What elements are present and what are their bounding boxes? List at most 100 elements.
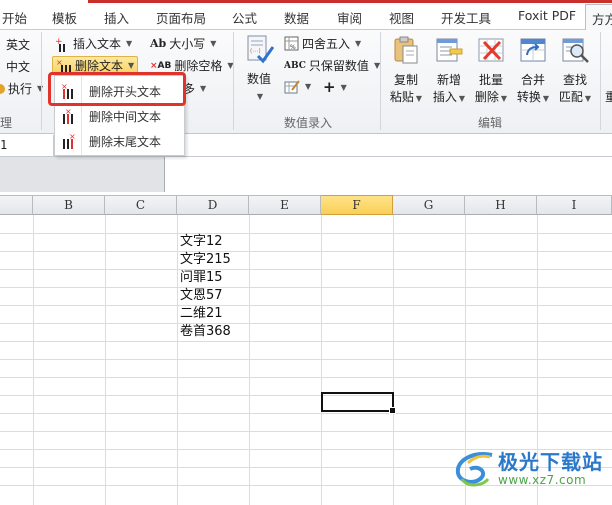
case-button[interactable]: Ab 大小写 ▼	[150, 35, 216, 52]
column-header-c[interactable]: C	[105, 195, 177, 215]
column-header-f[interactable]: F	[321, 195, 393, 215]
merge-convert-icon	[520, 38, 546, 62]
menu-item-label: 删除末尾文本	[89, 134, 162, 149]
column-header-g[interactable]: G	[393, 195, 465, 215]
add-insert-label-1: 新增	[436, 73, 461, 87]
grid-line	[33, 215, 34, 505]
chevron-down-icon: ▼	[340, 82, 347, 92]
keep-values-button[interactable]: ABC 只保留数值 ▼	[284, 57, 380, 74]
case-label: 大小写	[169, 37, 206, 51]
batch-delete-icon	[478, 38, 504, 62]
tab-formulas[interactable]: 公式	[232, 8, 257, 27]
chevron-down-icon: ▼	[542, 94, 550, 103]
group-label-left: 理	[0, 116, 13, 130]
chevron-down-icon: ▼	[256, 92, 264, 101]
copy-paste-label-2: 粘贴	[389, 90, 414, 104]
active-cell-selection[interactable]	[321, 392, 396, 414]
chevron-down-icon: ▼	[305, 82, 312, 91]
add-insert-button[interactable]: 新增 插入 ▼	[429, 35, 469, 107]
tab-view[interactable]: 视图	[389, 8, 414, 27]
round-button[interactable]: % 四舍五入 ▼	[284, 35, 361, 52]
svg-text:%: %	[290, 44, 296, 51]
menu-item-delete-middle-text[interactable]: × 删除中间文本	[55, 104, 184, 128]
chinese-label: 中文	[6, 60, 31, 74]
english-button[interactable]: 英文	[6, 36, 30, 53]
execute-button[interactable]: 执行▼	[0, 80, 43, 97]
grid-line	[0, 341, 612, 342]
execute-label: 执行	[8, 82, 33, 96]
find-match-label-2-row: 匹配 ▼	[555, 89, 595, 107]
more-button[interactable]: 多 ▼	[183, 80, 206, 97]
menu-item-delete-end-text[interactable]: × 删除末尾文本	[55, 129, 184, 153]
tab-foxit-pdf[interactable]: Foxit PDF	[518, 8, 576, 23]
group-separator	[233, 32, 234, 130]
column-header-b[interactable]: B	[33, 195, 105, 215]
svg-text:(⋯): (⋯)	[250, 48, 261, 55]
grid-line	[0, 431, 612, 432]
ribbon-tabs: 开始 模板 插入 页面布局 公式 数据 审阅 视图 开发工具 Foxit PDF…	[0, 4, 612, 31]
cell-d7[interactable]: 二维21	[180, 305, 223, 323]
cell-d8[interactable]: 卷首368	[180, 323, 231, 341]
grid-line	[0, 269, 612, 270]
watermark-brand: 极光下载站	[498, 450, 603, 474]
copy-paste-button[interactable]: 复制 粘贴 ▼	[386, 35, 426, 107]
group-separator	[600, 32, 601, 130]
watermark-text: 极光下载站 www.xz7.com	[498, 451, 603, 487]
round-icon: %	[284, 36, 299, 51]
column-header-i[interactable]: I	[537, 195, 612, 215]
insert-text-label: 插入文本	[73, 37, 122, 51]
tab-review[interactable]: 审阅	[337, 8, 362, 27]
round-label: 四舍五入	[302, 37, 351, 51]
column-header-d[interactable]: D	[177, 195, 249, 215]
tab-page-layout[interactable]: 页面布局	[156, 8, 206, 27]
copy-paste-label-1: 复制	[393, 73, 418, 87]
formula-input[interactable]	[165, 157, 612, 192]
insert-text-icon: +	[55, 37, 65, 52]
grid-line	[0, 359, 612, 360]
cell-d5[interactable]: 问罪15	[180, 269, 223, 287]
batch-delete-button[interactable]: 批量 删除 ▼	[471, 35, 511, 107]
plus-button[interactable]: + ▼	[323, 78, 347, 96]
tab-template[interactable]: 模板	[52, 8, 77, 27]
delete-end-icon: ×	[55, 132, 81, 150]
number-button[interactable]: (⋯) 数值 ▼	[240, 34, 278, 105]
batch-delete-label-1: 批量	[478, 73, 503, 87]
cell-d3[interactable]: 文字12	[180, 233, 223, 251]
grid-line	[0, 377, 612, 378]
insert-row-icon	[436, 38, 463, 62]
grid-line	[321, 215, 322, 505]
find-match-button[interactable]: 查找 匹配 ▼	[555, 35, 595, 107]
merge-convert-button[interactable]: 合并 转换 ▼	[513, 35, 553, 107]
watermark-logo-icon	[455, 452, 493, 487]
abc-icon: ABC	[284, 60, 306, 71]
column-header-h[interactable]: H	[465, 195, 537, 215]
cell-d6[interactable]: 文恩57	[180, 287, 223, 305]
table-edit-button[interactable]: ▼	[284, 79, 311, 94]
insert-text-button[interactable]: + 插入文本 ▼	[54, 35, 132, 52]
tab-home[interactable]: 开始	[2, 8, 27, 27]
partial-right-label: 重	[605, 90, 612, 104]
execute-icon	[0, 83, 5, 94]
clipboard-icon	[394, 36, 418, 64]
chinese-button[interactable]: 中文	[6, 58, 30, 75]
tab-fangfang[interactable]: 方方	[585, 4, 612, 31]
partial-right-button[interactable]: 重	[605, 88, 612, 105]
column-header-a[interactable]	[0, 195, 33, 215]
grid-line	[0, 323, 612, 324]
group-separator	[41, 32, 42, 130]
group-label-number-entry: 数值录入	[284, 116, 333, 130]
name-box[interactable]: 1	[0, 135, 54, 157]
cell-d4[interactable]: 文字215	[180, 251, 231, 269]
tab-developer[interactable]: 开发工具	[441, 8, 491, 27]
tab-insert[interactable]: 插入	[104, 8, 129, 27]
add-insert-label-2: 插入	[432, 90, 457, 104]
merge-convert-label-2: 转换	[516, 90, 541, 104]
menu-item-label: 删除中间文本	[89, 109, 162, 124]
column-header-e[interactable]: E	[249, 195, 321, 215]
grid-line	[0, 413, 612, 414]
chevron-down-icon: ▼	[200, 84, 207, 93]
tab-data[interactable]: 数据	[284, 8, 309, 27]
table-pencil-icon	[284, 80, 300, 94]
number-icon: (⋯)	[247, 35, 275, 64]
merge-convert-label-1: 合并	[520, 73, 545, 87]
